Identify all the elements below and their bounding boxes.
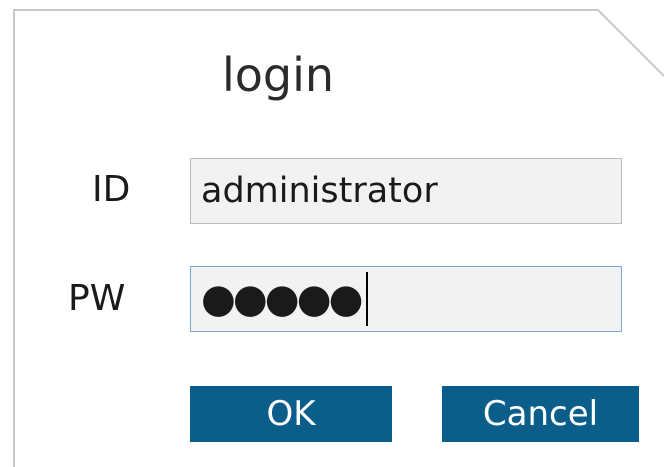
password-input[interactable]: ●●●●● xyxy=(190,266,622,332)
pw-label: PW xyxy=(68,278,126,319)
id-label: ID xyxy=(92,169,131,210)
id-input[interactable]: administrator xyxy=(190,158,622,224)
ok-button[interactable]: OK xyxy=(190,386,392,442)
id-input-value: administrator xyxy=(201,171,438,211)
dialog-title: login xyxy=(222,48,335,102)
cancel-button[interactable]: Cancel xyxy=(442,386,639,442)
text-caret xyxy=(365,272,368,326)
password-input-value: ●●●●● xyxy=(201,276,364,322)
login-dialog: login ID administrator PW ●●●●● OK Cance… xyxy=(0,0,664,467)
